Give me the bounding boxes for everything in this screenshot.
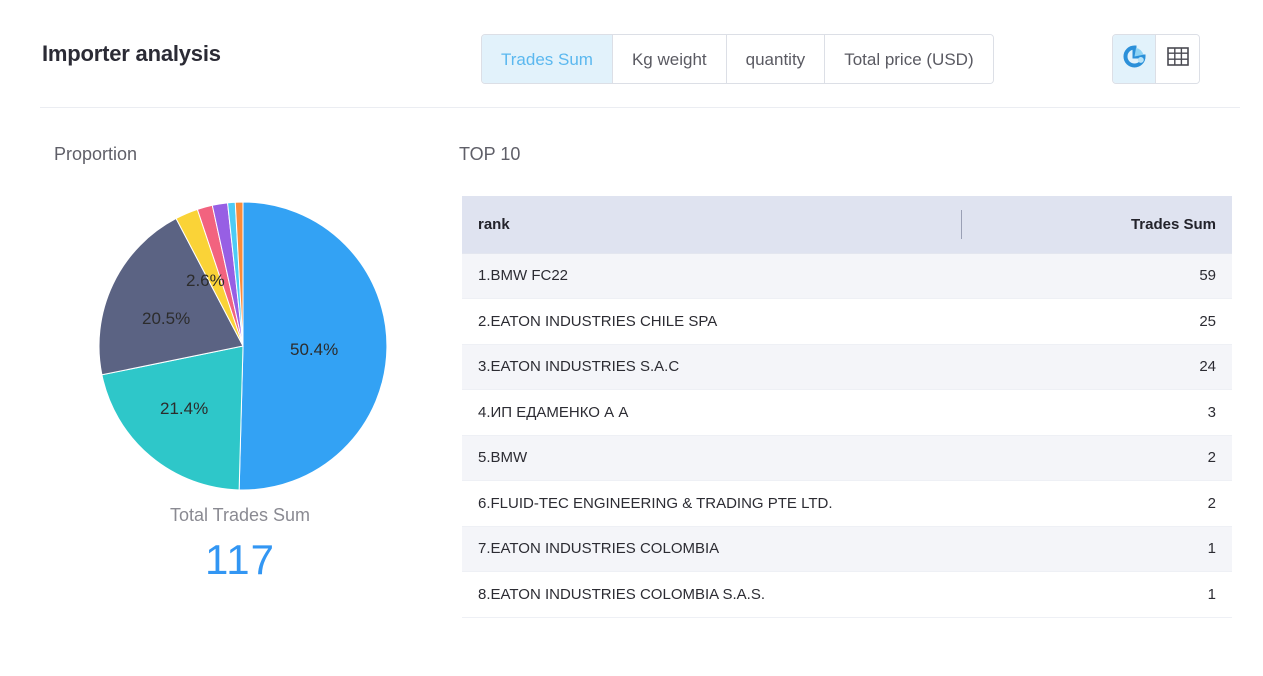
page-header: Importer analysis Trades Sum Kg weight qua… — [0, 0, 1263, 108]
table-row[interactable]: 7.EATON INDUSTRIES COLOMBIA 1 — [462, 526, 1232, 572]
table-row[interactable]: 8.EATON INDUSTRIES COLOMBIA S.A.S. 1 — [462, 571, 1232, 618]
total-value: 117 — [205, 536, 275, 583]
pie-chart-icon — [1123, 45, 1146, 73]
top10-section-label: TOP 10 — [459, 144, 521, 164]
metric-tab-label: Total price (USD) — [844, 49, 974, 69]
header-divider — [40, 107, 1240, 108]
row-value: 24 — [962, 344, 1232, 390]
total-caption: Total Trades Sum — [169, 505, 311, 525]
proportion-pie-chart[interactable]: 50.4% 21.4% 20.5% 2.6% — [98, 201, 388, 491]
row-value: 1 — [962, 526, 1232, 572]
top10-table-wrapper: rank Trades Sum 1.BMW FC22 59 2.EATON INDU… — [462, 196, 1232, 618]
view-toggle-group[interactable] — [1112, 34, 1200, 84]
table-grid-icon — [1166, 47, 1189, 71]
row-name: 6.FLUID-TEC ENGINEERING & TRADING PTE LT… — [462, 480, 962, 527]
table-row[interactable]: 4.ИП ЕДАМЕНКО А А3 — [462, 389, 1232, 436]
row-value: 1 — [962, 571, 1232, 618]
row-name: 4.ИП ЕДАМЕНКО А А — [462, 389, 962, 436]
metric-tab-group[interactable]: Trades Sum Kg weight quantity Total price (… — [481, 34, 994, 84]
table-view-button[interactable] — [1156, 35, 1199, 83]
metric-tab-0[interactable]: Trades Sum — [482, 35, 613, 83]
row-value: 3 — [962, 389, 1232, 436]
metric-tab-3[interactable]: Total price (USD) — [825, 35, 993, 83]
pie-slice-label-3: 20.5% — [142, 309, 191, 328]
metric-tab-label: quantity — [745, 49, 806, 69]
table-body: 1.BMW FC22 59 2.EATON INDUSTRIES CHILE SPA… — [462, 253, 1232, 618]
pie-svg — [98, 201, 388, 491]
metric-tab-label: Trades Sum — [501, 49, 593, 69]
top10-table: rank Trades Sum 1.BMW FC22 59 2.EATON INDU… — [462, 196, 1232, 618]
row-name: 8.EATON INDUSTRIES COLOMBIA S.A.S. — [462, 571, 962, 618]
table-head: rank Trades Sum — [462, 196, 1232, 254]
row-value: 25 — [962, 298, 1232, 345]
page-title: Importer analysis — [42, 41, 221, 66]
row-name: 2.EATON INDUSTRIES CHILE SPA — [462, 298, 962, 345]
row-name: 5.BMW — [462, 435, 962, 481]
pie-chart-view-button[interactable] — [1113, 35, 1156, 83]
pie-slice-label-1: 50.4% — [290, 340, 339, 359]
proportion-section-label: Proportion — [54, 144, 138, 164]
table-row[interactable]: 2.EATON INDUSTRIES CHILE SPA 25 — [462, 298, 1232, 345]
row-value: 59 — [962, 253, 1232, 299]
row-value: 2 — [962, 435, 1232, 481]
importer-analysis-page: Importer analysis Trades Sum Kg weight qua… — [0, 0, 1263, 676]
row-value: 2 — [962, 480, 1232, 527]
row-name: 7.EATON INDUSTRIES COLOMBIA — [462, 526, 962, 572]
table-header-row: rank Trades Sum — [462, 196, 1232, 254]
table-row[interactable]: 5.BMW 2 — [462, 435, 1232, 481]
table-row[interactable]: 6.FLUID-TEC ENGINEERING & TRADING PTE LT… — [462, 480, 1232, 527]
table-row[interactable]: 3.EATON INDUSTRIES S.A.C 24 — [462, 344, 1232, 390]
metric-tab-1[interactable]: Kg weight — [612, 35, 727, 83]
pie-slice-label-4: 2.6% — [186, 271, 225, 290]
metric-tab-label: Kg weight — [631, 49, 707, 69]
metric-tab-2[interactable]: quantity — [726, 35, 826, 83]
pie-slice-label-2: 21.4% — [160, 399, 209, 418]
row-name: 3.EATON INDUSTRIES S.A.C — [462, 344, 962, 390]
column-header-rank[interactable]: rank — [462, 196, 962, 254]
row-name: 1.BMW FC22 — [462, 253, 962, 299]
column-header-value[interactable]: Trades Sum — [962, 196, 1232, 254]
table-row[interactable]: 1.BMW FC22 59 — [462, 253, 1232, 299]
